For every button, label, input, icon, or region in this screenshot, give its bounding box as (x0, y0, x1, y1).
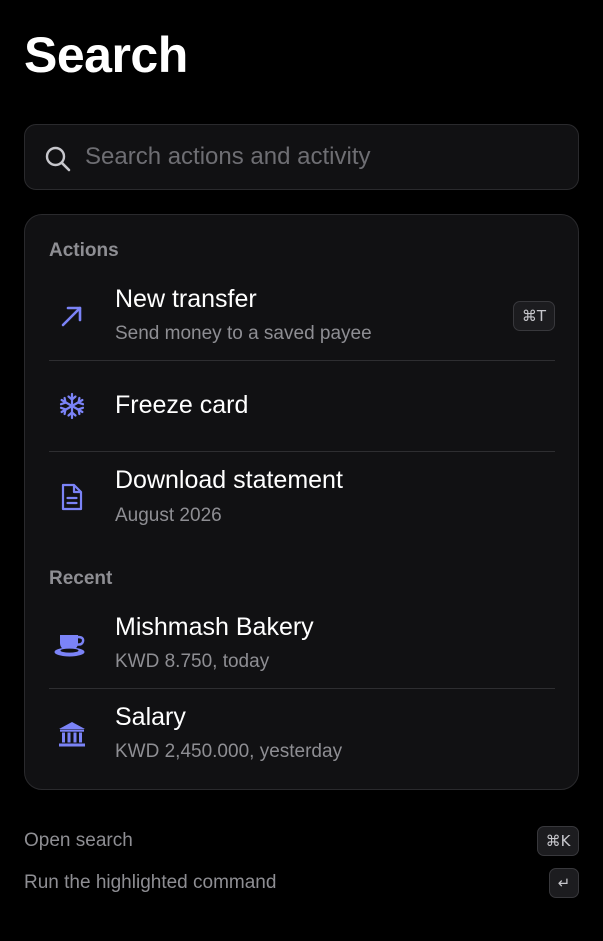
search-box[interactable] (24, 124, 579, 190)
recent-subtitle: KWD 2,450.000, yesterday (115, 741, 343, 762)
shortcut-badge: ⌘K (537, 826, 579, 856)
action-subtitle: August 2026 (115, 505, 222, 526)
bank-icon (57, 719, 87, 749)
recent-item-mishmash-bakery[interactable]: Mishmash Bakery KWD 8.750, today (49, 605, 555, 689)
recent-title: Salary (115, 703, 186, 731)
recent-title: Mishmash Bakery (115, 613, 314, 641)
snowflake-icon (57, 391, 87, 421)
footer-hint-run-command: Run the highlighted command ↵ (24, 868, 579, 900)
recent-item-salary[interactable]: Salary KWD 2,450.000, yesterday (49, 689, 555, 773)
return-key-badge: ↵ (549, 868, 579, 898)
coffee-cup-icon (53, 629, 87, 659)
action-item-new-transfer[interactable]: New transfer Send money to a saved payee… (49, 277, 555, 361)
action-title: Freeze card (115, 391, 249, 419)
recent-section-label: Recent (49, 568, 113, 589)
action-title: Download statement (115, 466, 343, 494)
arrow-up-right-icon (57, 301, 87, 331)
search-icon (44, 145, 72, 173)
actions-section-label: Actions (49, 240, 119, 261)
command-panel: Actions New transfer Send money to a sav… (24, 214, 579, 790)
recent-subtitle: KWD 8.750, today (115, 651, 270, 672)
footer-hint-label: Run the highlighted command (24, 872, 277, 893)
action-subtitle: Send money to a saved payee (115, 323, 372, 344)
shortcut-badge: ⌘T (513, 301, 555, 331)
page-title: Search (24, 27, 188, 83)
footer-hint-label: Open search (24, 830, 133, 851)
action-title: New transfer (115, 285, 257, 313)
document-icon (57, 482, 87, 512)
action-item-download-statement[interactable]: Download statement August 2026 (49, 452, 555, 544)
search-input[interactable] (85, 125, 565, 189)
footer-hint-open-search: Open search ⌘K (24, 826, 579, 858)
action-item-freeze-card[interactable]: Freeze card (49, 361, 555, 452)
